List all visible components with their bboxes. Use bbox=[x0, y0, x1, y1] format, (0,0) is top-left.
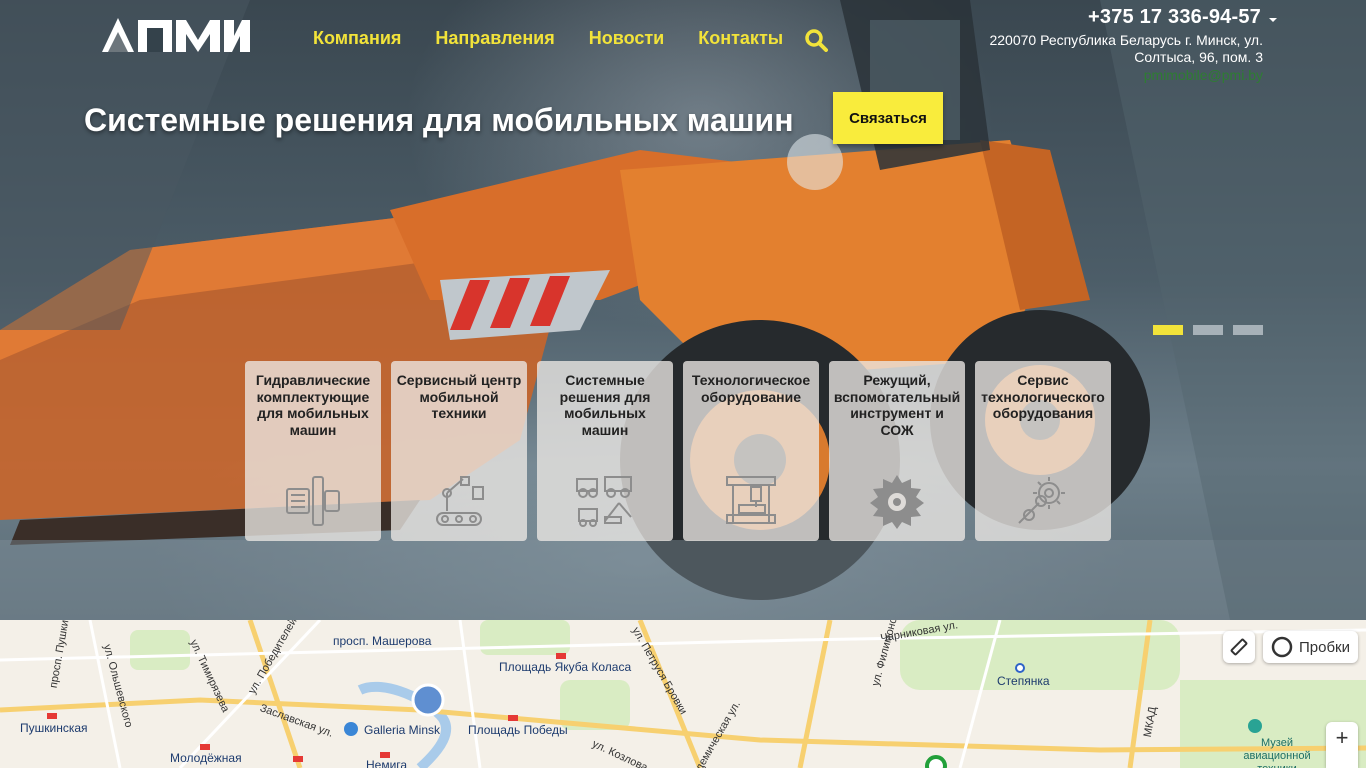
traffic-button[interactable]: Пробки bbox=[1263, 631, 1358, 663]
map-label: Пушкинская bbox=[20, 721, 88, 735]
card-tech-equipment[interactable]: Технологическое оборудование bbox=[683, 361, 819, 541]
address: 220070 Республика Беларусь г. Минск, ул.… bbox=[989, 32, 1263, 65]
card-label: Режущий, вспомогательный инструмент и СО… bbox=[833, 372, 961, 438]
header-contacts: +375 17 336-94-57 220070 Республика Бела… bbox=[963, 6, 1277, 83]
card-label: Гидравлические комплектующие для мобильн… bbox=[255, 372, 371, 438]
gear-wrench-icon bbox=[1018, 477, 1065, 524]
card-label: Сервис технологического оборудования bbox=[981, 372, 1105, 421]
map-label: Молодёжная bbox=[170, 751, 242, 765]
nav-news[interactable]: Новости bbox=[589, 28, 664, 49]
map-label: Музей авиационной техники bbox=[1243, 737, 1311, 768]
slide-dot-3[interactable] bbox=[1233, 325, 1263, 335]
hero-banner: Компания Направления Новости Контакты +3… bbox=[0, 0, 1366, 620]
yandex-map[interactable]: просп. Машерова Площадь Якуба Коласа Пло… bbox=[0, 620, 1366, 768]
machine-tool-icon bbox=[726, 476, 776, 524]
main-nav: Компания Направления Новости Контакты bbox=[313, 28, 783, 49]
map-streets bbox=[0, 620, 1366, 768]
direction-cards: Гидравлические комплектующие для мобильн… bbox=[245, 361, 1111, 541]
nav-contacts[interactable]: Контакты bbox=[698, 28, 783, 49]
map-label: Площадь Якуба Коласа bbox=[499, 660, 632, 674]
card-label: Системные решения для мобильных машин bbox=[559, 372, 651, 438]
hydraulic-pump-icon bbox=[286, 476, 340, 526]
card-hydraulics[interactable]: Гидравлические комплектующие для мобильн… bbox=[245, 361, 381, 541]
ruler-button[interactable] bbox=[1223, 631, 1255, 663]
slide-dot-1[interactable] bbox=[1153, 325, 1183, 335]
card-system-solutions[interactable]: Системные решения для мобильных машин bbox=[537, 361, 673, 541]
card-label: Технологическое оборудование bbox=[691, 372, 811, 405]
contact-button[interactable]: Связаться bbox=[833, 92, 943, 144]
nav-directions[interactable]: Направления bbox=[435, 28, 554, 49]
slide-dot-2[interactable] bbox=[1193, 325, 1223, 335]
zoom-in-button[interactable]: + bbox=[1326, 722, 1358, 768]
card-label: Сервисный центр мобильной техники bbox=[396, 372, 522, 421]
card-cutting-tools[interactable]: Режущий, вспомогательный инструмент и СО… bbox=[829, 361, 965, 541]
slider-dots bbox=[1153, 325, 1263, 335]
pmi-logo[interactable] bbox=[102, 18, 250, 54]
traffic-label: Пробки bbox=[1299, 638, 1350, 656]
card-equipment-service[interactable]: Сервис технологического оборудования bbox=[975, 361, 1111, 541]
hero-title: Системные решения для мобильных машин bbox=[84, 102, 794, 138]
map-label: Немига bbox=[366, 758, 408, 768]
search-icon[interactable] bbox=[804, 28, 828, 52]
map-label: Площадь Победы bbox=[468, 723, 568, 737]
robot-arm-icon bbox=[436, 476, 484, 526]
nav-company[interactable]: Компания bbox=[313, 28, 401, 49]
map-label: Степянка bbox=[997, 674, 1050, 688]
map-label: просп. Машерова bbox=[333, 634, 432, 648]
email-link[interactable]: pmimobile@pmi.by bbox=[963, 67, 1263, 83]
phone-number[interactable]: +375 17 336-94-57 bbox=[1088, 6, 1261, 29]
ruler-icon bbox=[1230, 638, 1248, 656]
map-label: Galleria Minsk bbox=[364, 723, 441, 737]
caret-down-icon[interactable] bbox=[1269, 17, 1277, 22]
traffic-icon bbox=[1271, 636, 1293, 658]
card-service-center[interactable]: Сервисный центр мобильной техники bbox=[391, 361, 527, 541]
vehicles-icon bbox=[576, 476, 632, 527]
saw-blade-icon bbox=[870, 475, 924, 529]
